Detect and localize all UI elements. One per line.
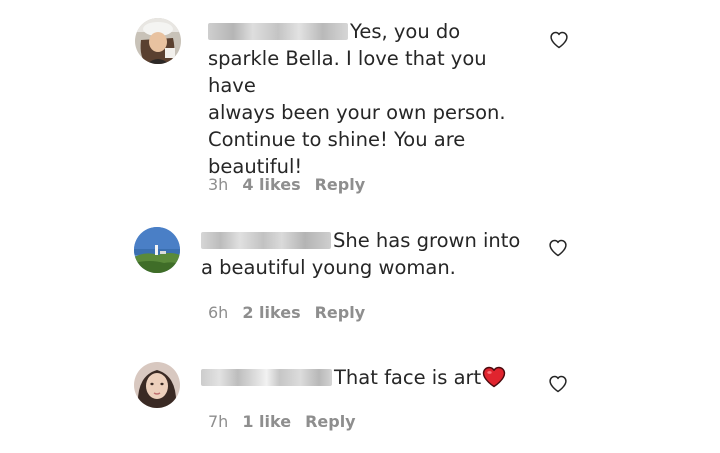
comment-text: That face is art [201,364,541,391]
red-heart-emoji [482,366,506,388]
timestamp[interactable]: 7h [208,412,228,431]
comment-line: That face is art [334,366,482,389]
likes-count[interactable]: 1 like [242,412,291,431]
avatar[interactable] [134,362,180,408]
heart-outline-icon[interactable] [548,374,568,394]
comment-item: That face is art 7h 1 like Reply [0,0,720,453]
username-link[interactable] [201,369,332,386]
comment-meta: 7h 1 like Reply [208,412,370,431]
reply-button[interactable]: Reply [305,412,356,431]
